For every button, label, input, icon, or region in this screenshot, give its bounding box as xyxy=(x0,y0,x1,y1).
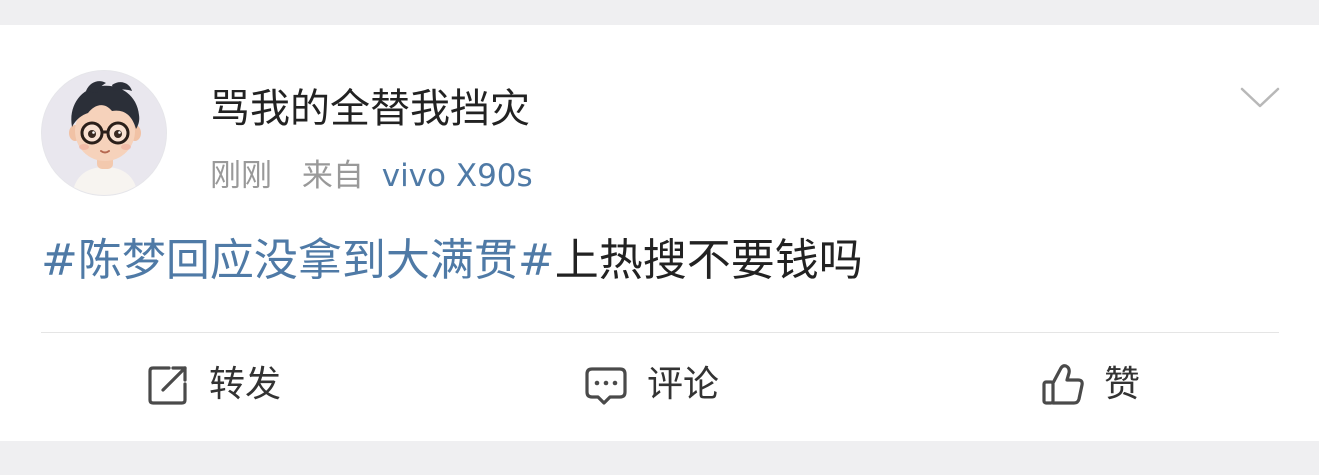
hashtag-link[interactable]: #陈梦回应没拿到大满贯# xyxy=(41,235,555,286)
chevron-down-icon[interactable] xyxy=(1238,83,1282,113)
source-prefix: 来自 xyxy=(301,158,364,194)
post-meta: 刚刚 来自 vivo X90s xyxy=(210,157,533,195)
avatar[interactable] xyxy=(41,70,167,196)
comment-icon xyxy=(583,362,629,408)
repost-label: 转发 xyxy=(209,364,282,405)
post-time: 刚刚 xyxy=(210,158,272,194)
divider xyxy=(41,332,1279,333)
comment-button[interactable]: 评论 xyxy=(583,360,719,410)
author-name[interactable]: 骂我的全替我挡灾 xyxy=(210,85,530,133)
thumbs-up-icon xyxy=(1040,362,1086,408)
repost-button[interactable]: 转发 xyxy=(145,360,281,410)
like-label: 赞 xyxy=(1104,364,1141,405)
avatar-image xyxy=(42,71,166,195)
device-link[interactable]: vivo X90s xyxy=(382,158,533,194)
comment-label: 评论 xyxy=(647,364,720,405)
repost-icon xyxy=(145,362,191,408)
post-body-text: 上热搜不要钱吗 xyxy=(554,235,863,286)
post-card: 骂我的全替我挡灾 刚刚 来自 vivo X90s #陈梦回应没拿到大满贯#上热搜… xyxy=(0,25,1319,441)
like-button[interactable]: 赞 xyxy=(1040,360,1140,410)
post-content: #陈梦回应没拿到大满贯#上热搜不要钱吗 xyxy=(41,233,863,289)
